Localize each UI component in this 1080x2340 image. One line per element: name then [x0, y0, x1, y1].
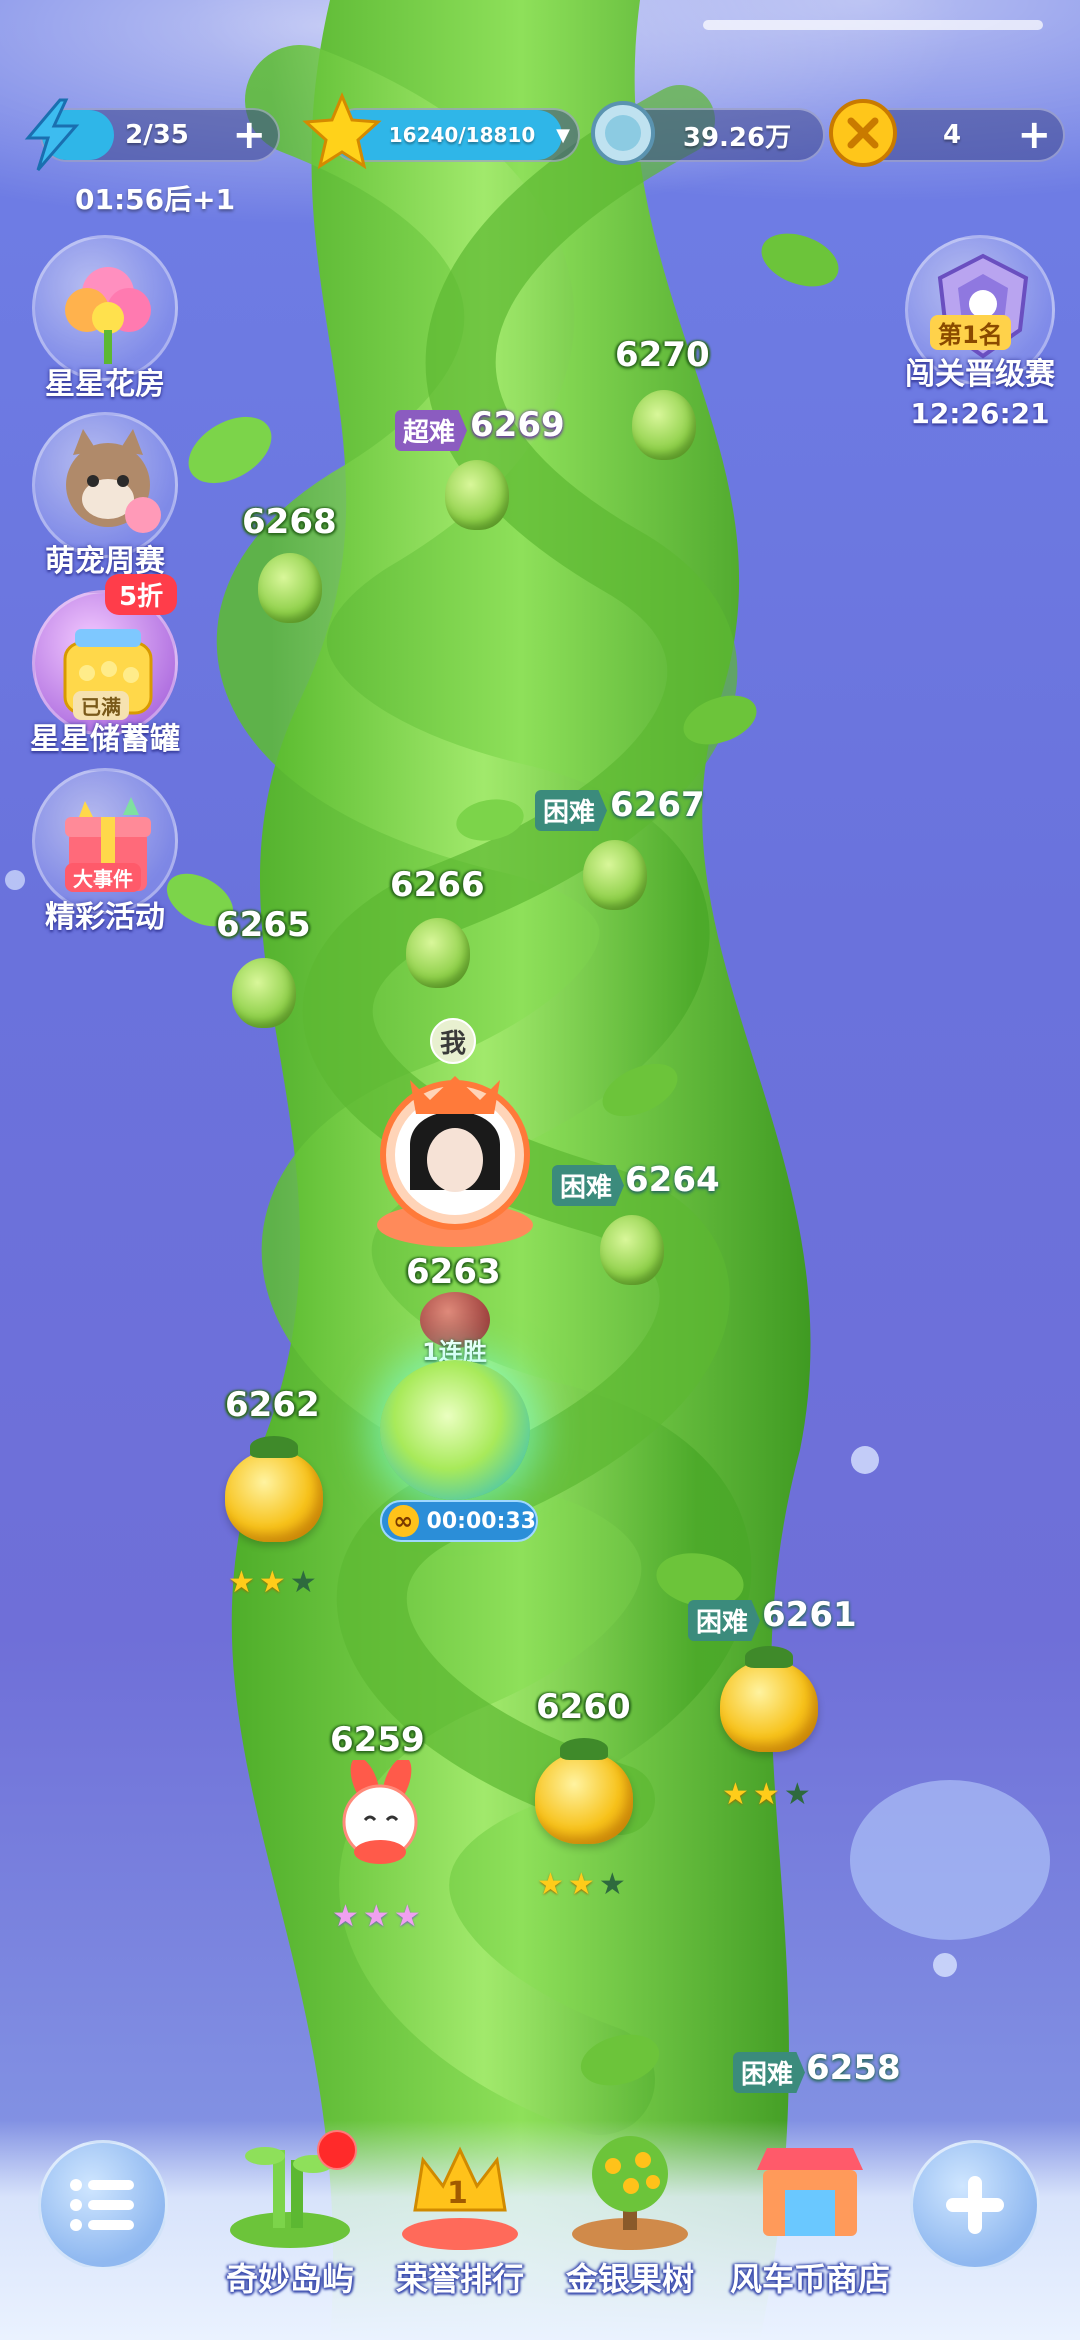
star-flower-house-label: 星星花房: [45, 367, 165, 402]
level-6269-difficulty: 超难: [395, 410, 468, 451]
star-icon: ★: [537, 1867, 564, 1902]
energy-value: 2/35: [125, 120, 189, 150]
dock-honor-ranking-label: 荣誉排行: [395, 2260, 524, 2298]
star-icon: ★: [362, 1899, 390, 1934]
level-6259-stars: ★ ★ ★: [332, 1902, 421, 1932]
star-savings-jar-button[interactable]: 已满 星星储蓄罐 5折: [25, 574, 185, 758]
level-6268-number: 6268: [242, 502, 337, 542]
events-button[interactable]: 大事件 精彩活动: [25, 768, 185, 936]
lightning-icon: [24, 98, 80, 171]
level-6267-difficulty: 困难: [535, 790, 608, 831]
level-6260-number: 6260: [536, 1687, 631, 1727]
star-icon: ★: [393, 1899, 421, 1934]
energy-timer: 01:56后+1: [75, 183, 236, 216]
star-empty-icon: ★: [783, 1777, 811, 1812]
level-6261-number: 6261: [762, 1595, 857, 1635]
dock-gold-silver-tree[interactable]: 金银果树: [545, 2130, 715, 2300]
gold-plus-button[interactable]: +: [1017, 110, 1051, 160]
level-6260-node[interactable]: [535, 1752, 633, 1844]
star-icon: ★: [228, 1565, 255, 1600]
player-avatar[interactable]: 我: [370, 1018, 540, 1250]
star-icon: ★: [567, 1867, 595, 1902]
level-6263-node[interactable]: [380, 1360, 530, 1500]
dock-windmill-coin-shop-label: 风车币商店: [729, 2260, 890, 2298]
level-6267-node[interactable]: [583, 840, 647, 910]
level-6262-number: 6262: [225, 1385, 320, 1425]
pet-weekly-match-button[interactable]: 萌宠周赛: [25, 412, 185, 580]
dock-gold-silver-tree-label: 金银果树: [565, 2260, 694, 2298]
energy-plus-button[interactable]: +: [232, 110, 266, 160]
level-6261-difficulty: 困难: [688, 1600, 761, 1641]
list-menu-icon: [70, 2179, 134, 2231]
level-6270-node[interactable]: [632, 390, 696, 460]
level-6270-number: 6270: [615, 335, 710, 375]
star-savings-jar-label: 星星储蓄罐: [30, 722, 180, 757]
big-event-badge: 大事件: [65, 863, 141, 892]
level-6269-number: 6269: [470, 405, 565, 445]
star-icon: ★: [258, 1565, 286, 1600]
level-6268-node[interactable]: [258, 553, 322, 623]
rank-badge: 第1名: [930, 315, 1011, 350]
level-6264-node[interactable]: [600, 1215, 664, 1285]
level-6261-stars: ★ ★ ★: [722, 1780, 811, 1810]
events-label: 精彩活动: [45, 900, 165, 935]
level-6266-number: 6266: [390, 865, 485, 905]
level-6258-number: 6258: [806, 2048, 901, 2088]
level-6264-difficulty: 困难: [552, 1165, 625, 1206]
infinite-energy-icon: ∞: [388, 1505, 419, 1537]
level-6267-number: 6267: [610, 785, 705, 825]
add-button[interactable]: [910, 2140, 1040, 2270]
level-6261-node[interactable]: [720, 1660, 818, 1752]
notification-dot: [317, 2130, 357, 2170]
star-empty-icon: ★: [598, 1867, 626, 1902]
level-promotion-label: 闯关晋级赛: [905, 357, 1055, 392]
level-6264-number: 6264: [625, 1160, 720, 1200]
plus-icon: [946, 2176, 1004, 2234]
star-empty-icon: ★: [289, 1565, 317, 1600]
silver-coin-icon: [591, 101, 655, 165]
discount-badge: 5折: [105, 574, 178, 615]
level-6262-cap: [250, 1436, 298, 1458]
level-promotion-event-button[interactable]: 第1名 闯关晋级赛 12:26:21: [895, 235, 1065, 430]
star-progress-value: 16240/18810: [388, 123, 536, 147]
shop-icon: [757, 2148, 863, 2236]
level-6263-number: 6263: [406, 1252, 501, 1292]
level-6262-stars: ★ ★ ★: [228, 1568, 317, 1598]
crown-rank-digit: 1: [447, 2176, 468, 2211]
level-6260-stars: ★ ★ ★: [537, 1870, 626, 1900]
level-6262-node[interactable]: [225, 1450, 323, 1542]
star-flower-house-button[interactable]: 星星花房: [25, 235, 185, 403]
level-6266-node[interactable]: [406, 918, 470, 988]
level-6260-cap: [560, 1738, 608, 1760]
level-promotion-timer: 12:26:21: [910, 397, 1050, 430]
dock-windmill-coin-shop[interactable]: 风车币商店: [715, 2130, 905, 2300]
level-6269-node[interactable]: [445, 460, 509, 530]
menu-button[interactable]: [38, 2140, 168, 2270]
level-6261-cap: [745, 1646, 793, 1668]
bunny-icon: [342, 1757, 418, 1864]
level-6259-node[interactable]: [325, 1757, 435, 1870]
gold-value: 4: [942, 120, 962, 150]
fruit-tree-icon: [572, 2136, 688, 2250]
star-icon: ★: [332, 1899, 359, 1934]
level-6265-number: 6265: [216, 905, 311, 945]
dock-wonder-island-label: 奇妙岛屿: [225, 2260, 354, 2298]
level-6265-node[interactable]: [232, 958, 296, 1028]
avatar-frame: [377, 1076, 533, 1247]
silver-value: 39.26万: [682, 122, 792, 153]
dock-honor-ranking[interactable]: 1 荣誉排行: [375, 2130, 545, 2300]
level-6263-countdown: 00:00:33: [426, 1508, 536, 1534]
star-icon: ★: [752, 1777, 780, 1812]
me-badge: 我: [430, 1018, 476, 1064]
dock-wonder-island[interactable]: 奇妙岛屿: [205, 2130, 375, 2300]
star-icon: ★: [722, 1777, 749, 1812]
level-6263-timer: ∞ 00:00:33: [380, 1500, 538, 1542]
gold-coin-icon: [829, 99, 897, 167]
level-6258-difficulty: 困难: [733, 2052, 806, 2093]
star-dropdown-icon[interactable]: ▼: [556, 110, 570, 160]
star-icon: [302, 92, 382, 170]
level-6259-number: 6259: [330, 1720, 425, 1760]
